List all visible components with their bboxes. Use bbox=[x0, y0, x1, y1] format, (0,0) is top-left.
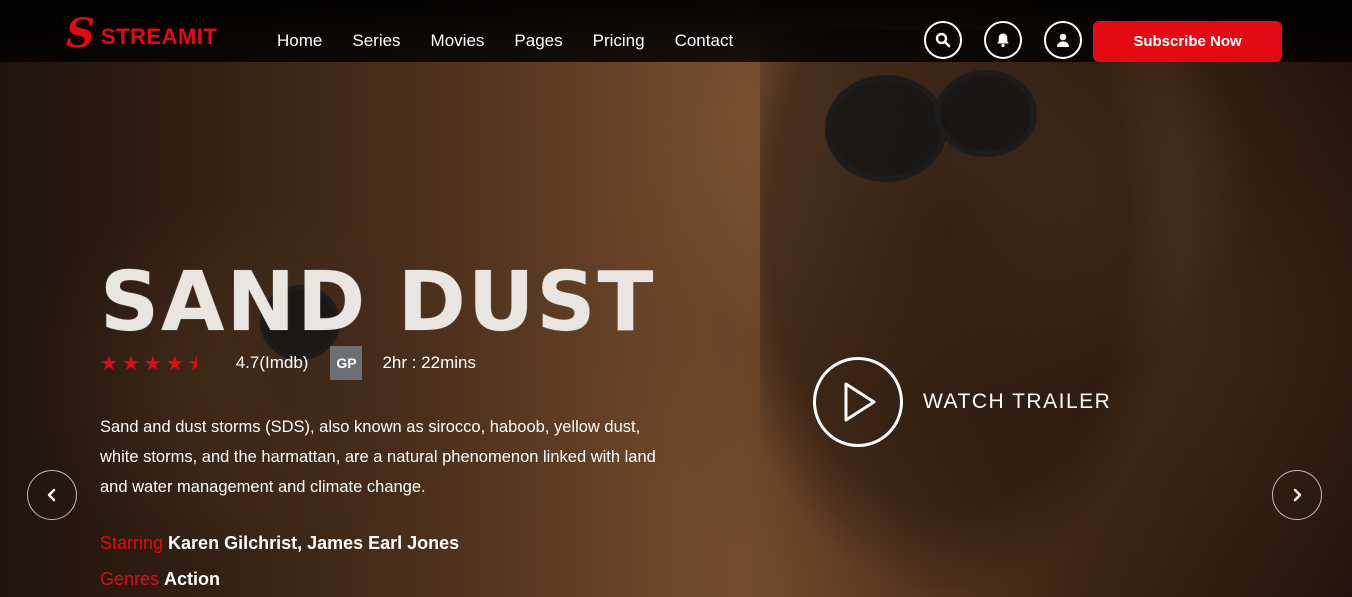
notifications-button[interactable] bbox=[984, 21, 1022, 59]
nav-contact[interactable]: Contact bbox=[675, 31, 734, 51]
play-button[interactable] bbox=[813, 357, 903, 447]
genres-line: Genres Action bbox=[100, 569, 220, 590]
star-rating: ★ ★ ★ ★ ★ bbox=[100, 351, 206, 376]
main-nav: Home Series Movies Pages Pricing Contact bbox=[277, 31, 763, 51]
subscribe-button[interactable]: Subscribe Now bbox=[1093, 21, 1282, 62]
goggle-shape bbox=[825, 75, 947, 182]
nav-home[interactable]: Home bbox=[277, 31, 322, 51]
movie-meta: ★ ★ ★ ★ ★ 4.7(Imdb) GP 2hr : 22mins bbox=[100, 345, 476, 381]
account-button[interactable] bbox=[1044, 21, 1082, 59]
play-icon bbox=[844, 382, 876, 422]
bell-icon bbox=[997, 33, 1009, 48]
star-full-icon: ★ bbox=[143, 352, 162, 375]
star-full-icon: ★ bbox=[121, 352, 140, 375]
starring-label: Starring bbox=[100, 533, 164, 553]
imdb-rating: 4.7(Imdb) bbox=[235, 353, 309, 372]
top-navbar: S STREAMIT Home Series Movies Pages Pric… bbox=[0, 0, 1352, 62]
age-rating-badge: GP bbox=[330, 346, 363, 380]
user-icon bbox=[1057, 33, 1069, 47]
nav-pages[interactable]: Pages bbox=[514, 31, 562, 51]
star-full-icon: ★ bbox=[165, 352, 184, 375]
genres-label: Genres bbox=[100, 569, 160, 589]
slider-prev-button[interactable] bbox=[27, 470, 77, 520]
nav-series[interactable]: Series bbox=[352, 31, 400, 51]
starring-line: Starring Karen Gilchrist, James Earl Jon… bbox=[100, 533, 459, 554]
brand-logo[interactable]: S STREAMIT bbox=[66, 14, 218, 54]
star-full-icon: ★ bbox=[100, 352, 118, 375]
movie-title: SAND DUST bbox=[100, 254, 656, 350]
chevron-right-icon bbox=[1293, 488, 1302, 502]
logo-mark: S bbox=[66, 10, 95, 57]
movie-description: Sand and dust storms (SDS), also known a… bbox=[100, 418, 656, 496]
slider-next-button[interactable] bbox=[1272, 470, 1322, 520]
nav-pricing[interactable]: Pricing bbox=[593, 31, 645, 51]
logo-text: STREAMIT bbox=[100, 24, 218, 49]
genres-value: Action bbox=[164, 569, 221, 589]
movie-duration: 2hr : 22mins bbox=[382, 353, 476, 372]
nav-movies[interactable]: Movies bbox=[431, 31, 485, 51]
search-button[interactable] bbox=[924, 21, 962, 59]
watch-trailer-button[interactable]: WATCH TRAILER bbox=[813, 357, 1111, 447]
search-icon bbox=[935, 32, 951, 48]
star-half-icon: ★ bbox=[187, 352, 206, 375]
chevron-left-icon bbox=[47, 488, 56, 502]
goggle-shape bbox=[935, 70, 1037, 157]
watch-trailer-label: WATCH TRAILER bbox=[923, 390, 1112, 413]
starring-value: Karen Gilchrist, James Earl Jones bbox=[168, 533, 460, 553]
